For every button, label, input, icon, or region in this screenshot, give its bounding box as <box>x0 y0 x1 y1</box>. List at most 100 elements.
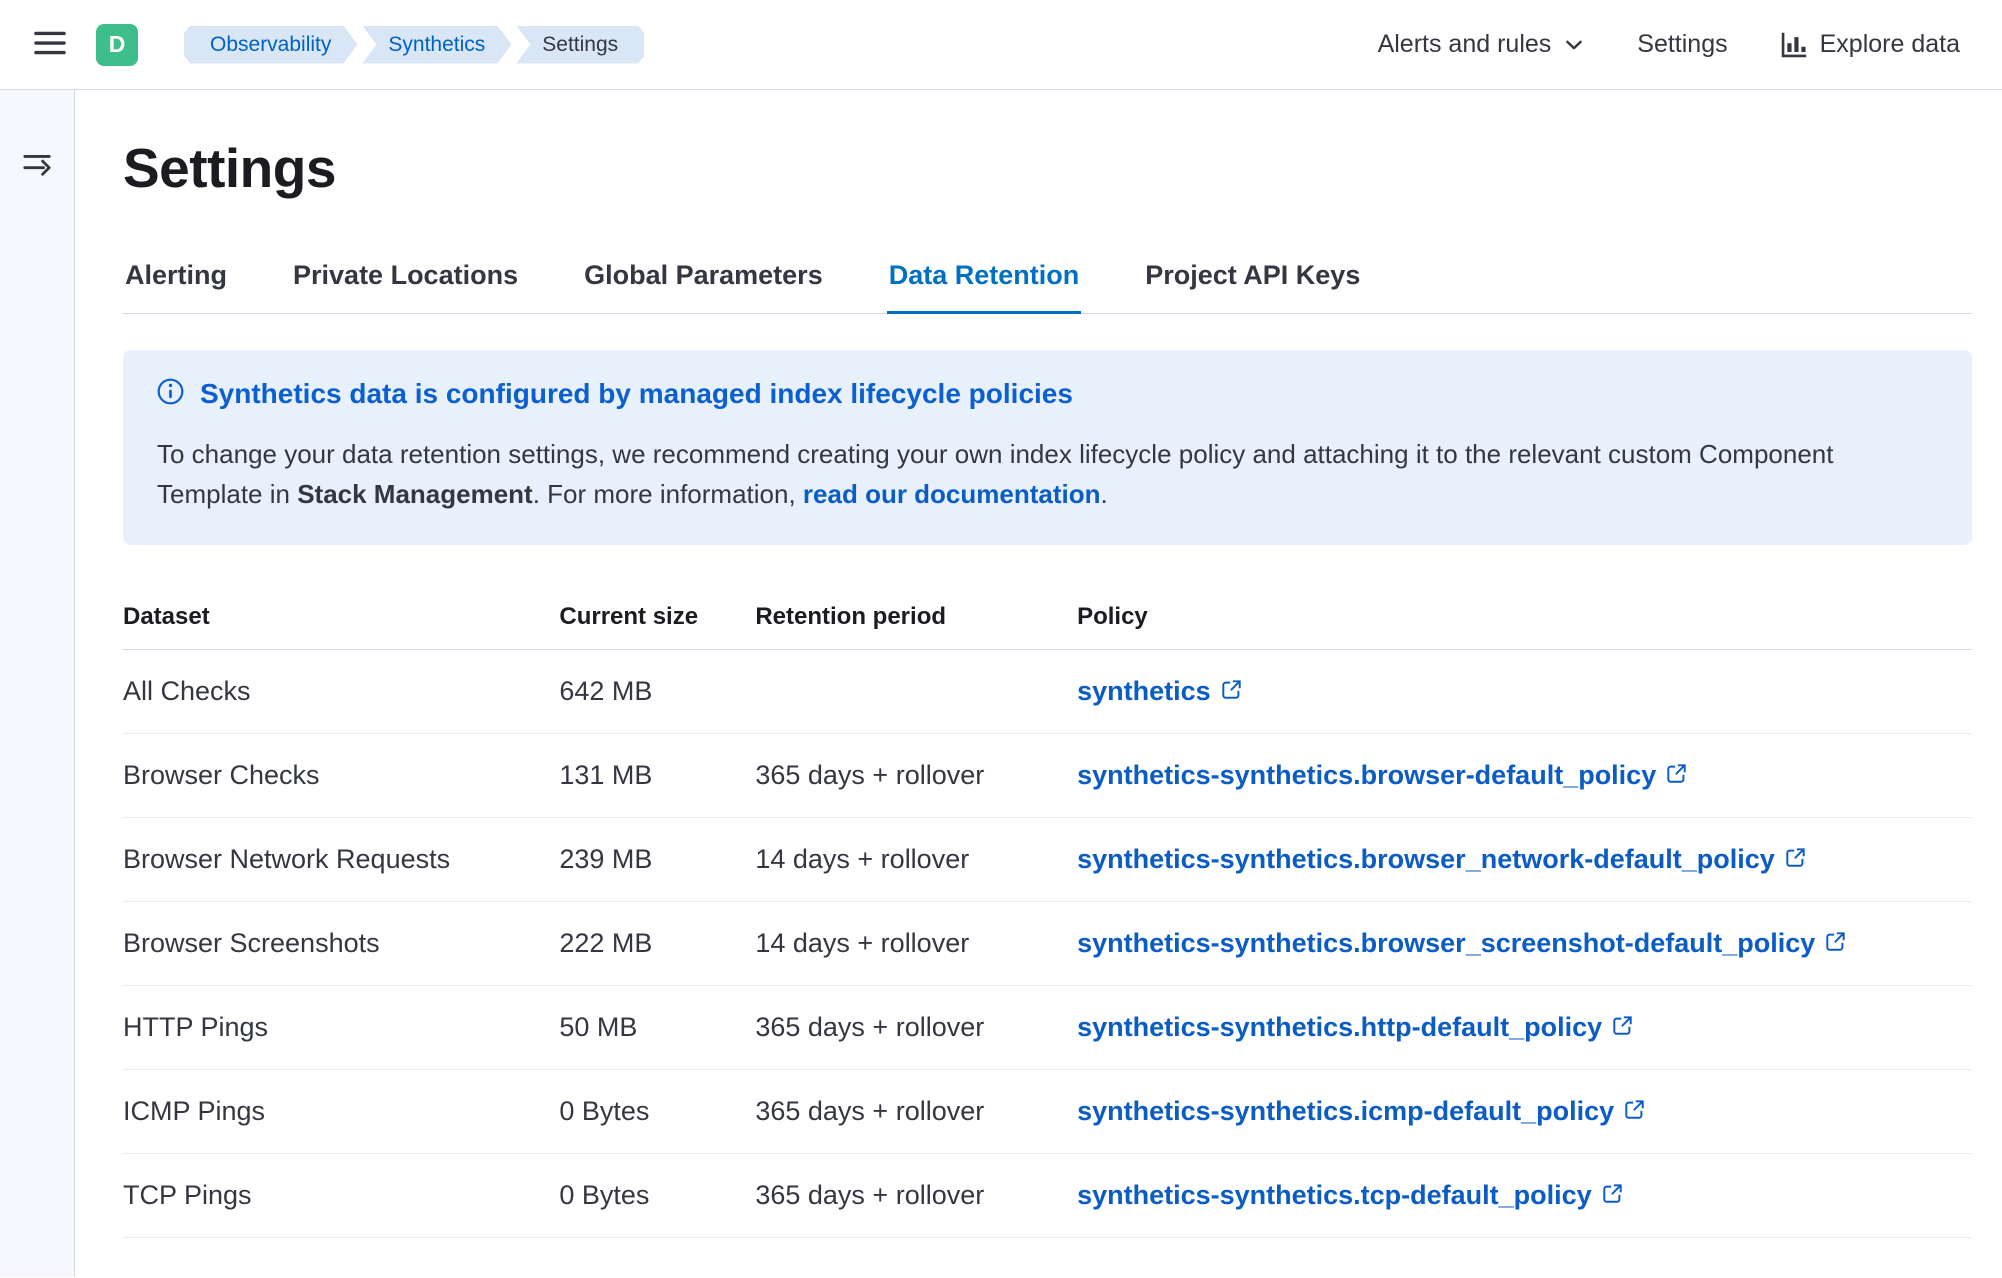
breadcrumb-synthetics[interactable]: Synthetics <box>362 26 511 64</box>
menu-button[interactable] <box>30 25 70 65</box>
size-cell: 642 MB <box>559 649 755 733</box>
table-row: Browser Checks 131 MB 365 days + rollove… <box>123 733 1972 817</box>
retention-cell <box>755 649 1077 733</box>
policy-cell: synthetics-synthetics.browser_screenshot… <box>1077 901 1972 985</box>
size-cell: 131 MB <box>559 733 755 817</box>
header: D Observability Synthetics Settings Aler… <box>0 0 2002 90</box>
dataset-cell: TCP Pings <box>123 1153 559 1237</box>
table-row: Browser Network Requests 239 MB 14 days … <box>123 817 1972 901</box>
retention-cell: 365 days + rollover <box>755 733 1077 817</box>
external-link-icon <box>1624 1096 1645 1127</box>
external-link-icon <box>1825 928 1846 959</box>
column-header-retention-period: Retention period <box>755 587 1077 650</box>
callout-title: Synthetics data is configured by managed… <box>200 378 1073 410</box>
policy-link[interactable]: synthetics <box>1077 676 1242 707</box>
size-cell: 0 Bytes <box>559 1069 755 1153</box>
hamburger-icon <box>32 25 68 64</box>
external-link-icon <box>1666 760 1687 791</box>
info-icon <box>157 378 184 410</box>
policy-link-label: synthetics-synthetics.browser-default_po… <box>1077 760 1656 791</box>
page-title: Settings <box>123 136 1972 200</box>
table-row: Browser Screenshots 222 MB 14 days + rol… <box>123 901 1972 985</box>
policy-link-label: synthetics <box>1077 676 1211 707</box>
main-content: Settings Alerting Private Locations Glob… <box>75 90 2002 1277</box>
tab-private-locations[interactable]: Private Locations <box>291 250 520 313</box>
table-row: All Checks 642 MB synthetics <box>123 649 1972 733</box>
retention-cell: 14 days + rollover <box>755 817 1077 901</box>
explore-data-label: Explore data <box>1820 30 1960 59</box>
size-cell: 239 MB <box>559 817 755 901</box>
policy-cell: synthetics-synthetics.icmp-default_polic… <box>1077 1069 1972 1153</box>
dataset-cell: HTTP Pings <box>123 985 559 1069</box>
policy-link[interactable]: synthetics-synthetics.browser_screenshot… <box>1077 928 1846 959</box>
dataset-cell: Browser Network Requests <box>123 817 559 901</box>
policy-cell: synthetics-synthetics.browser_network-de… <box>1077 817 1972 901</box>
policy-link-label: synthetics-synthetics.browser_network-de… <box>1077 844 1775 875</box>
info-callout: Synthetics data is configured by managed… <box>123 350 1972 545</box>
external-link-icon <box>1612 1012 1633 1043</box>
callout-body-mid: . For more information, <box>533 479 803 509</box>
external-link-icon <box>1221 676 1242 707</box>
lower-layout: Settings Alerting Private Locations Glob… <box>0 90 2002 1277</box>
chevron-down-icon <box>1563 34 1585 56</box>
policy-link[interactable]: synthetics-synthetics.browser_network-de… <box>1077 844 1806 875</box>
explore-data-button[interactable]: Explore data <box>1780 30 1960 59</box>
policy-link-label: synthetics-synthetics.tcp-default_policy <box>1077 1180 1592 1211</box>
policy-cell: synthetics-synthetics.tcp-default_policy <box>1077 1153 1972 1237</box>
policy-cell: synthetics <box>1077 649 1972 733</box>
collapsed-sidebar <box>0 90 75 1277</box>
policy-link[interactable]: synthetics-synthetics.http-default_polic… <box>1077 1012 1633 1043</box>
callout-body-bold: Stack Management <box>297 479 533 509</box>
size-cell: 222 MB <box>559 901 755 985</box>
tab-alerting[interactable]: Alerting <box>123 250 229 313</box>
header-left: D Observability Synthetics Settings <box>30 24 644 66</box>
tab-global-parameters[interactable]: Global Parameters <box>582 250 825 313</box>
alerts-and-rules-menu[interactable]: Alerts and rules <box>1378 30 1586 59</box>
policy-cell: synthetics-synthetics.http-default_polic… <box>1077 985 1972 1069</box>
callout-body: To change your data retention settings, … <box>157 434 1938 515</box>
policy-link-label: synthetics-synthetics.browser_screenshot… <box>1077 928 1815 959</box>
alerts-and-rules-label: Alerts and rules <box>1378 30 1552 59</box>
policy-link[interactable]: synthetics-synthetics.browser-default_po… <box>1077 760 1687 791</box>
breadcrumb-settings[interactable]: Settings <box>516 26 644 64</box>
size-cell: 0 Bytes <box>559 1153 755 1237</box>
policy-link-label: synthetics-synthetics.icmp-default_polic… <box>1077 1096 1614 1127</box>
dataset-cell: Browser Checks <box>123 733 559 817</box>
header-settings-link[interactable]: Settings <box>1637 30 1727 59</box>
external-link-icon <box>1602 1180 1623 1211</box>
header-settings-label: Settings <box>1637 30 1727 59</box>
policy-cell: synthetics-synthetics.browser-default_po… <box>1077 733 1972 817</box>
retention-cell: 365 days + rollover <box>755 985 1077 1069</box>
column-header-policy: Policy <box>1077 587 1972 650</box>
tab-bar: Alerting Private Locations Global Parame… <box>123 250 1972 314</box>
expand-sidebar-button[interactable] <box>22 148 52 181</box>
dataset-cell: All Checks <box>123 649 559 733</box>
external-link-icon <box>1785 844 1806 875</box>
space-avatar[interactable]: D <box>96 24 138 66</box>
tab-data-retention[interactable]: Data Retention <box>887 250 1082 313</box>
retention-table: Dataset Current size Retention period Po… <box>123 587 1972 1238</box>
bar-chart-icon <box>1780 31 1808 59</box>
column-header-current-size: Current size <box>559 587 755 650</box>
retention-cell: 365 days + rollover <box>755 1153 1077 1237</box>
breadcrumb: Observability Synthetics Settings <box>184 26 644 64</box>
dataset-cell: ICMP Pings <box>123 1069 559 1153</box>
documentation-link[interactable]: read our documentation <box>803 479 1101 509</box>
size-cell: 50 MB <box>559 985 755 1069</box>
callout-header: Synthetics data is configured by managed… <box>157 378 1938 410</box>
table-row: HTTP Pings 50 MB 365 days + rollover syn… <box>123 985 1972 1069</box>
column-header-dataset: Dataset <box>123 587 559 650</box>
tab-project-api-keys[interactable]: Project API Keys <box>1143 250 1362 313</box>
retention-cell: 365 days + rollover <box>755 1069 1077 1153</box>
retention-cell: 14 days + rollover <box>755 901 1077 985</box>
breadcrumb-observability[interactable]: Observability <box>184 26 357 64</box>
callout-body-post: . <box>1101 479 1108 509</box>
table-row: TCP Pings 0 Bytes 365 days + rollover sy… <box>123 1153 1972 1237</box>
policy-link-label: synthetics-synthetics.http-default_polic… <box>1077 1012 1602 1043</box>
header-right: Alerts and rules Settings Explore data <box>1378 30 1960 59</box>
table-row: ICMP Pings 0 Bytes 365 days + rollover s… <box>123 1069 1972 1153</box>
dataset-cell: Browser Screenshots <box>123 901 559 985</box>
policy-link[interactable]: synthetics-synthetics.tcp-default_policy <box>1077 1180 1623 1211</box>
table-header-row: Dataset Current size Retention period Po… <box>123 587 1972 650</box>
policy-link[interactable]: synthetics-synthetics.icmp-default_polic… <box>1077 1096 1645 1127</box>
